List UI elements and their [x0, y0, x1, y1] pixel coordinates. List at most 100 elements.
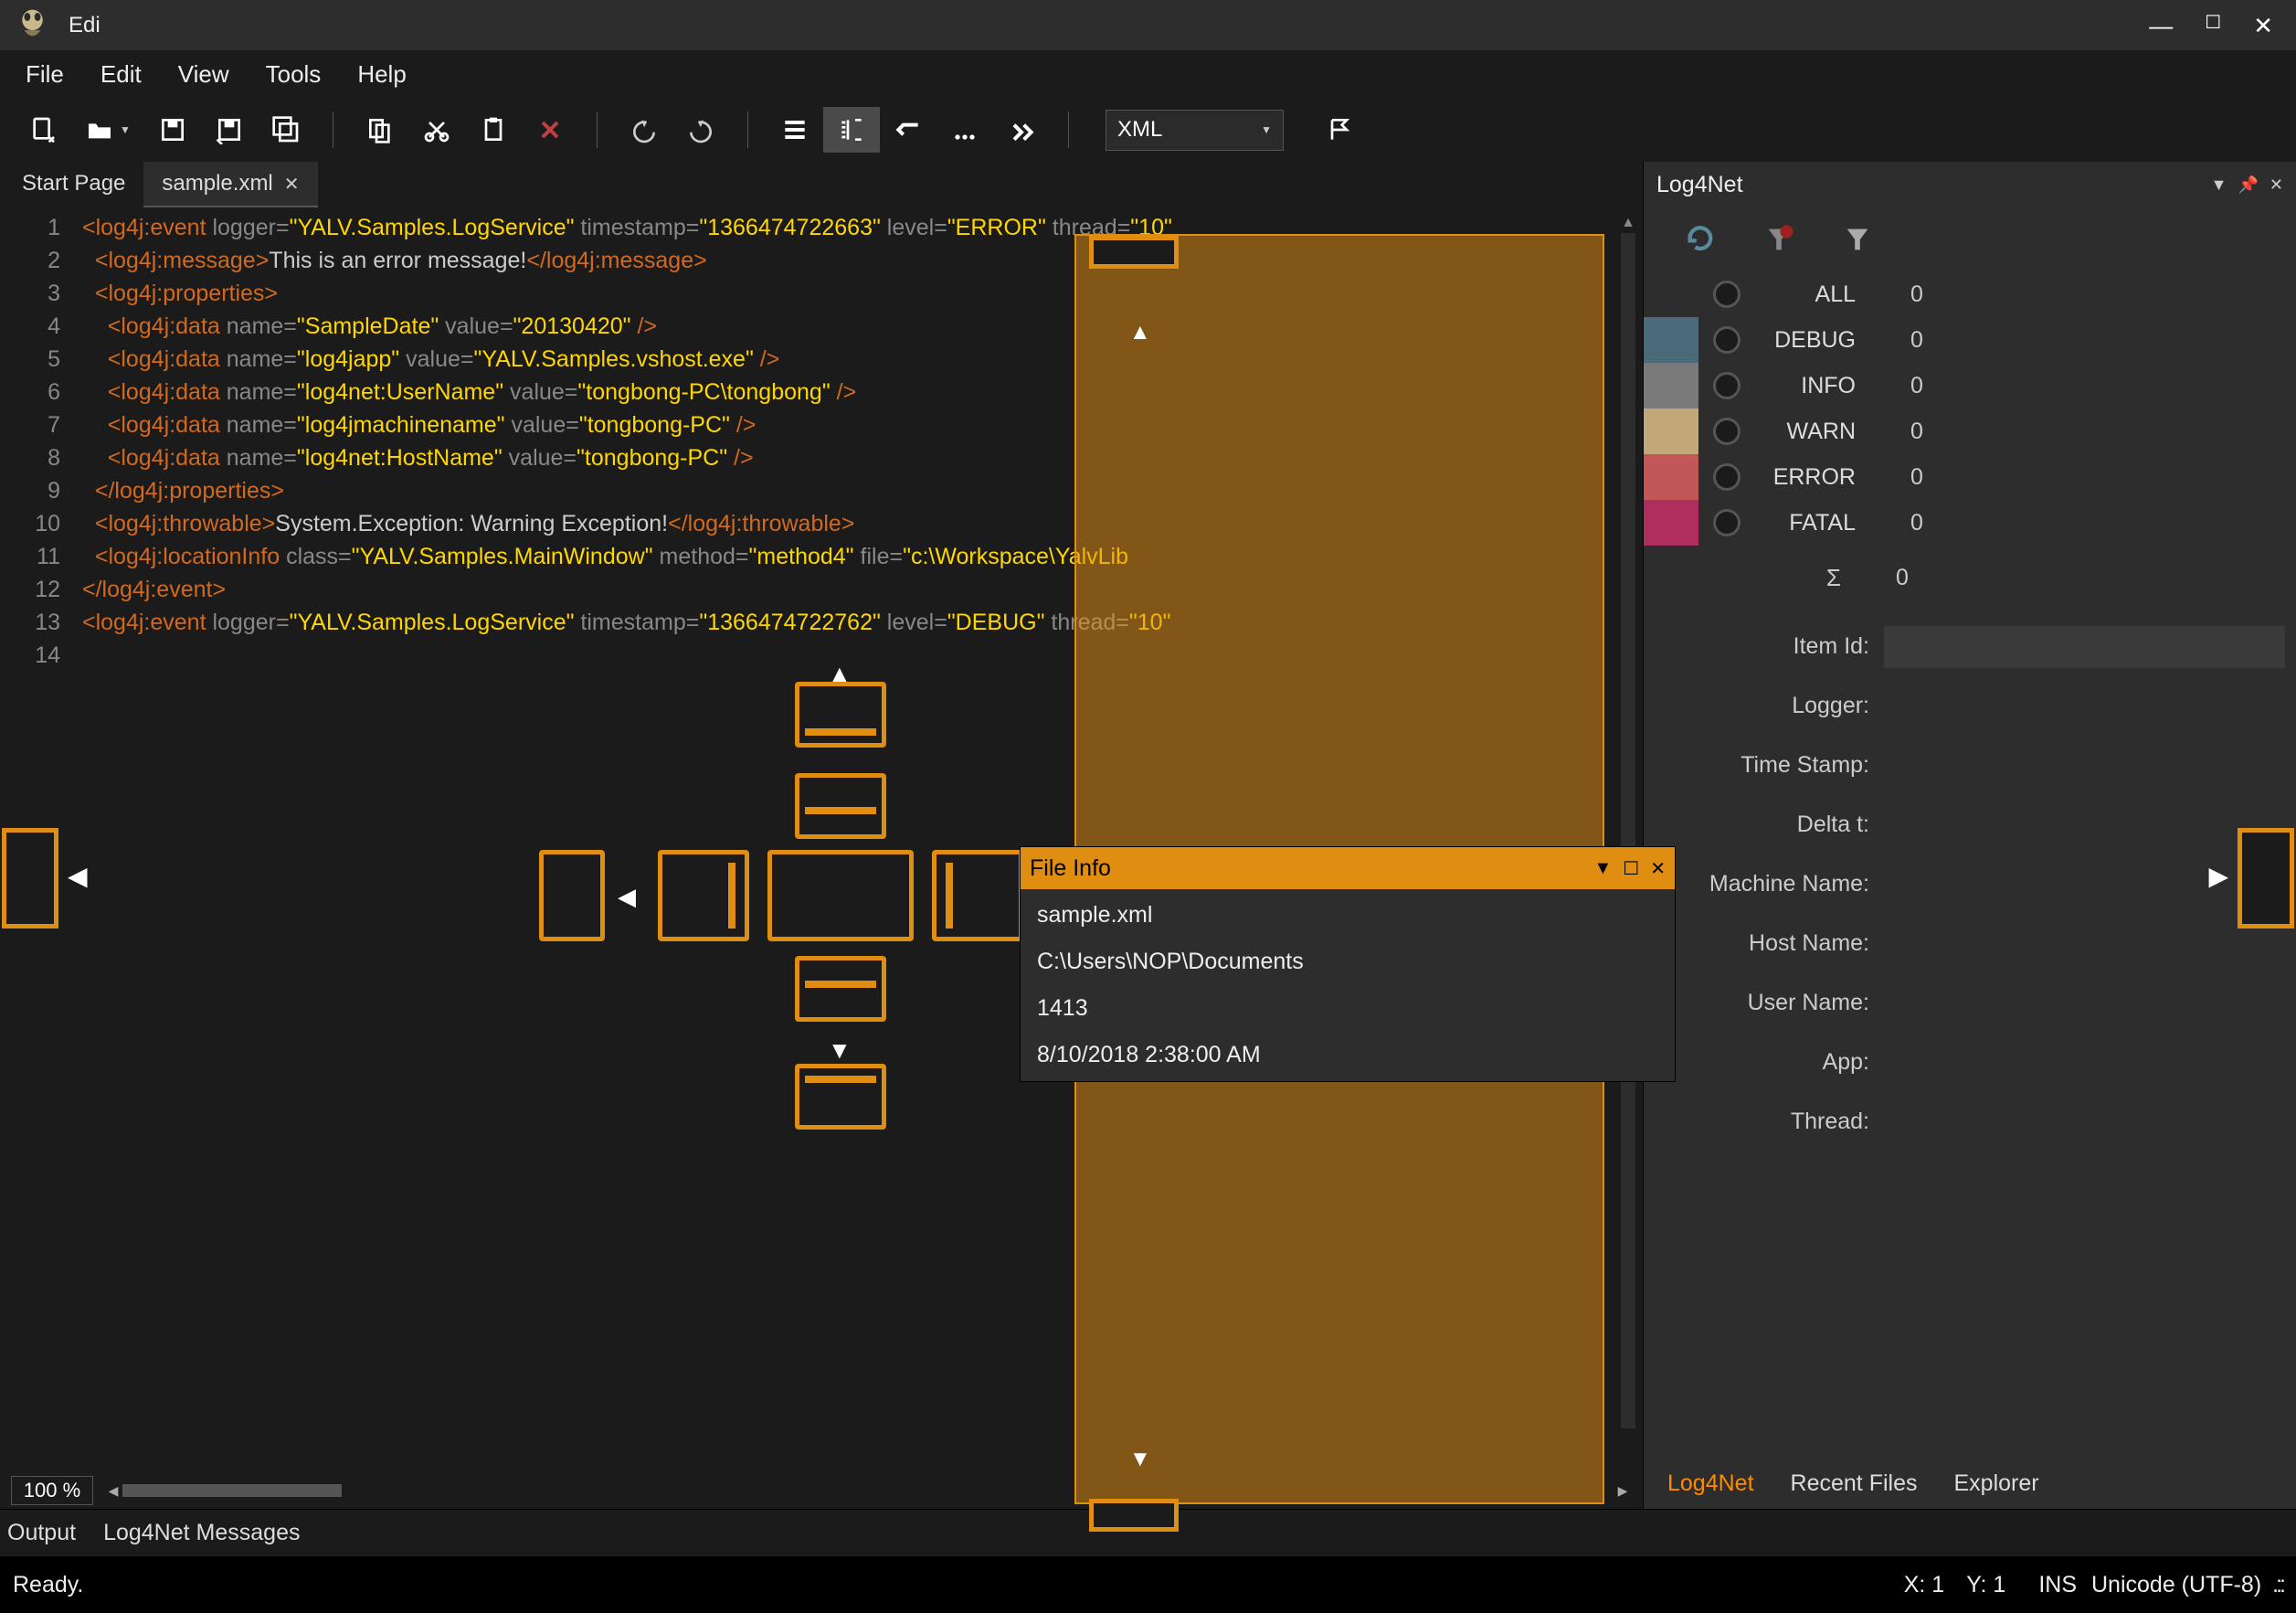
menu-edit[interactable]: Edit [82, 53, 160, 96]
dock-left[interactable] [658, 850, 749, 941]
dock-bottom[interactable] [795, 1064, 886, 1130]
log4net-messages-tab[interactable]: Log4Net Messages [103, 1520, 300, 1546]
maximize-button[interactable]: ☐ [2205, 14, 2221, 37]
level-row-debug[interactable]: DEBUG 0 [1644, 317, 2296, 363]
tab-sample-xml[interactable]: sample.xml ✕ [143, 162, 317, 207]
status-y: Y: 1 [1966, 1572, 2005, 1598]
copy-button[interactable] [352, 107, 408, 153]
field-value[interactable] [1884, 982, 2285, 1024]
menu-help[interactable]: Help [339, 53, 424, 96]
scroll-track[interactable] [1621, 233, 1635, 1428]
scroll-up-arrow[interactable]: ▲ [1621, 215, 1635, 231]
level-radio[interactable] [1713, 372, 1741, 399]
menu-tools[interactable]: Tools [248, 53, 340, 96]
dock-center[interactable] [767, 850, 914, 941]
new-file-button[interactable] [15, 107, 71, 153]
field-row-app: App: [1644, 1033, 2296, 1092]
dock-bottom-inner[interactable] [795, 956, 886, 1022]
level-name: WARN [1755, 419, 1856, 445]
save-all-button[interactable] [258, 107, 314, 153]
field-value[interactable] [1884, 626, 2285, 668]
file-info-maximize-icon[interactable]: ☐ [1623, 857, 1639, 880]
level-name: ERROR [1755, 464, 1856, 491]
minimize-button[interactable]: — [2149, 14, 2173, 37]
file-info-close-icon[interactable]: ✕ [1650, 857, 1666, 880]
open-button[interactable]: ▼ [71, 107, 144, 153]
syntax-dropdown[interactable]: XML [1106, 110, 1284, 151]
field-label: App: [1655, 1049, 1869, 1076]
resize-grip[interactable]: .:: [2272, 1572, 2283, 1598]
field-value[interactable] [1884, 804, 2285, 846]
level-count: 0 [1910, 464, 1923, 491]
level-count: 0 [1910, 327, 1923, 354]
save-as-button[interactable] [201, 107, 258, 153]
tab-close-icon[interactable]: ✕ [284, 173, 300, 196]
menu-file[interactable]: File [7, 53, 82, 96]
side-tab-recent[interactable]: Recent Files [1772, 1461, 1936, 1506]
save-button[interactable] [144, 107, 201, 153]
tab-label: sample.xml [162, 171, 272, 196]
field-value[interactable] [1884, 1042, 2285, 1084]
level-radio[interactable] [1713, 326, 1741, 354]
dock-edge-left[interactable] [2, 828, 58, 929]
tab-start-page[interactable]: Start Page [4, 162, 143, 207]
scroll-right-arrow[interactable]: ▶ [1614, 1483, 1632, 1499]
wrap-button[interactable] [880, 107, 936, 153]
dock-edge-left-arrow-icon: ◀ [68, 861, 88, 891]
level-radio[interactable] [1713, 463, 1741, 491]
level-radio[interactable] [1713, 418, 1741, 445]
field-value[interactable] [1884, 1101, 2285, 1143]
sigma-value: 0 [1896, 565, 1909, 591]
status-encoding: Unicode (UTF-8) [2091, 1572, 2261, 1598]
refresh-icon[interactable] [1682, 221, 1719, 258]
level-radio[interactable] [1713, 281, 1741, 308]
redo-button[interactable] [672, 107, 729, 153]
output-tab[interactable]: Output [7, 1520, 76, 1546]
level-swatch [1644, 363, 1698, 409]
cut-button[interactable] [408, 107, 465, 153]
expand-button[interactable] [993, 107, 1050, 153]
close-button[interactable]: ✕ [2253, 14, 2273, 37]
delete-button[interactable] [522, 107, 578, 153]
drag-preview-tab-top [1089, 236, 1179, 269]
undo-button[interactable] [616, 107, 672, 153]
field-label: Thread: [1655, 1109, 1869, 1135]
dock-top-inner[interactable] [795, 773, 886, 839]
side-tab-explorer[interactable]: Explorer [1935, 1461, 2057, 1506]
scroll-thumb[interactable] [122, 1484, 342, 1497]
side-tab-log4net[interactable]: Log4Net [1649, 1461, 1772, 1506]
document-tabs: Start Page sample.xml ✕ [0, 162, 1643, 207]
dock-edge-right[interactable] [2238, 828, 2294, 929]
more-button[interactable] [936, 107, 993, 153]
field-row-thread: Thread: [1644, 1092, 2296, 1151]
field-value[interactable] [1884, 685, 2285, 727]
menu-view[interactable]: View [160, 53, 248, 96]
field-value[interactable] [1884, 745, 2285, 787]
file-info-panel[interactable]: File Info ▼ ☐ ✕ sample.xml C:\Users\NOP\… [1020, 846, 1676, 1082]
level-row-fatal[interactable]: FATAL 0 [1644, 500, 2296, 546]
panel-pin-icon[interactable]: 📌 [2238, 175, 2258, 195]
dock-top[interactable] [795, 682, 886, 748]
level-name: FATAL [1755, 510, 1856, 536]
paste-button[interactable] [465, 107, 522, 153]
flag-button[interactable] [1311, 107, 1368, 153]
filter-icon[interactable] [1839, 221, 1876, 258]
log4net-panel: Log4Net ▼ 📌 ✕ ALL 0 DEBUG 0 INFO 0 WARN … [1643, 162, 2296, 1509]
level-row-error[interactable]: ERROR 0 [1644, 454, 2296, 500]
level-row-warn[interactable]: WARN 0 [1644, 409, 2296, 454]
overlay-up-arrow-icon: ▲ [1129, 320, 1151, 345]
dock-left-outer[interactable] [539, 850, 605, 941]
dock-right[interactable] [932, 850, 1023, 941]
panel-close-icon[interactable]: ✕ [2270, 175, 2283, 195]
lines-button[interactable] [767, 107, 823, 153]
field-value[interactable] [1884, 923, 2285, 965]
level-row-info[interactable]: INFO 0 [1644, 363, 2296, 409]
file-info-dropdown-icon[interactable]: ▼ [1594, 858, 1613, 879]
bracket-button[interactable] [823, 107, 880, 153]
zoom-level[interactable]: 100 % [11, 1476, 93, 1505]
panel-dropdown-icon[interactable]: ▼ [2211, 175, 2227, 195]
level-radio[interactable] [1713, 509, 1741, 536]
level-row-all[interactable]: ALL 0 [1644, 271, 2296, 317]
scroll-left-arrow[interactable]: ◀ [104, 1483, 122, 1499]
clear-filter-icon[interactable] [1761, 221, 1797, 258]
